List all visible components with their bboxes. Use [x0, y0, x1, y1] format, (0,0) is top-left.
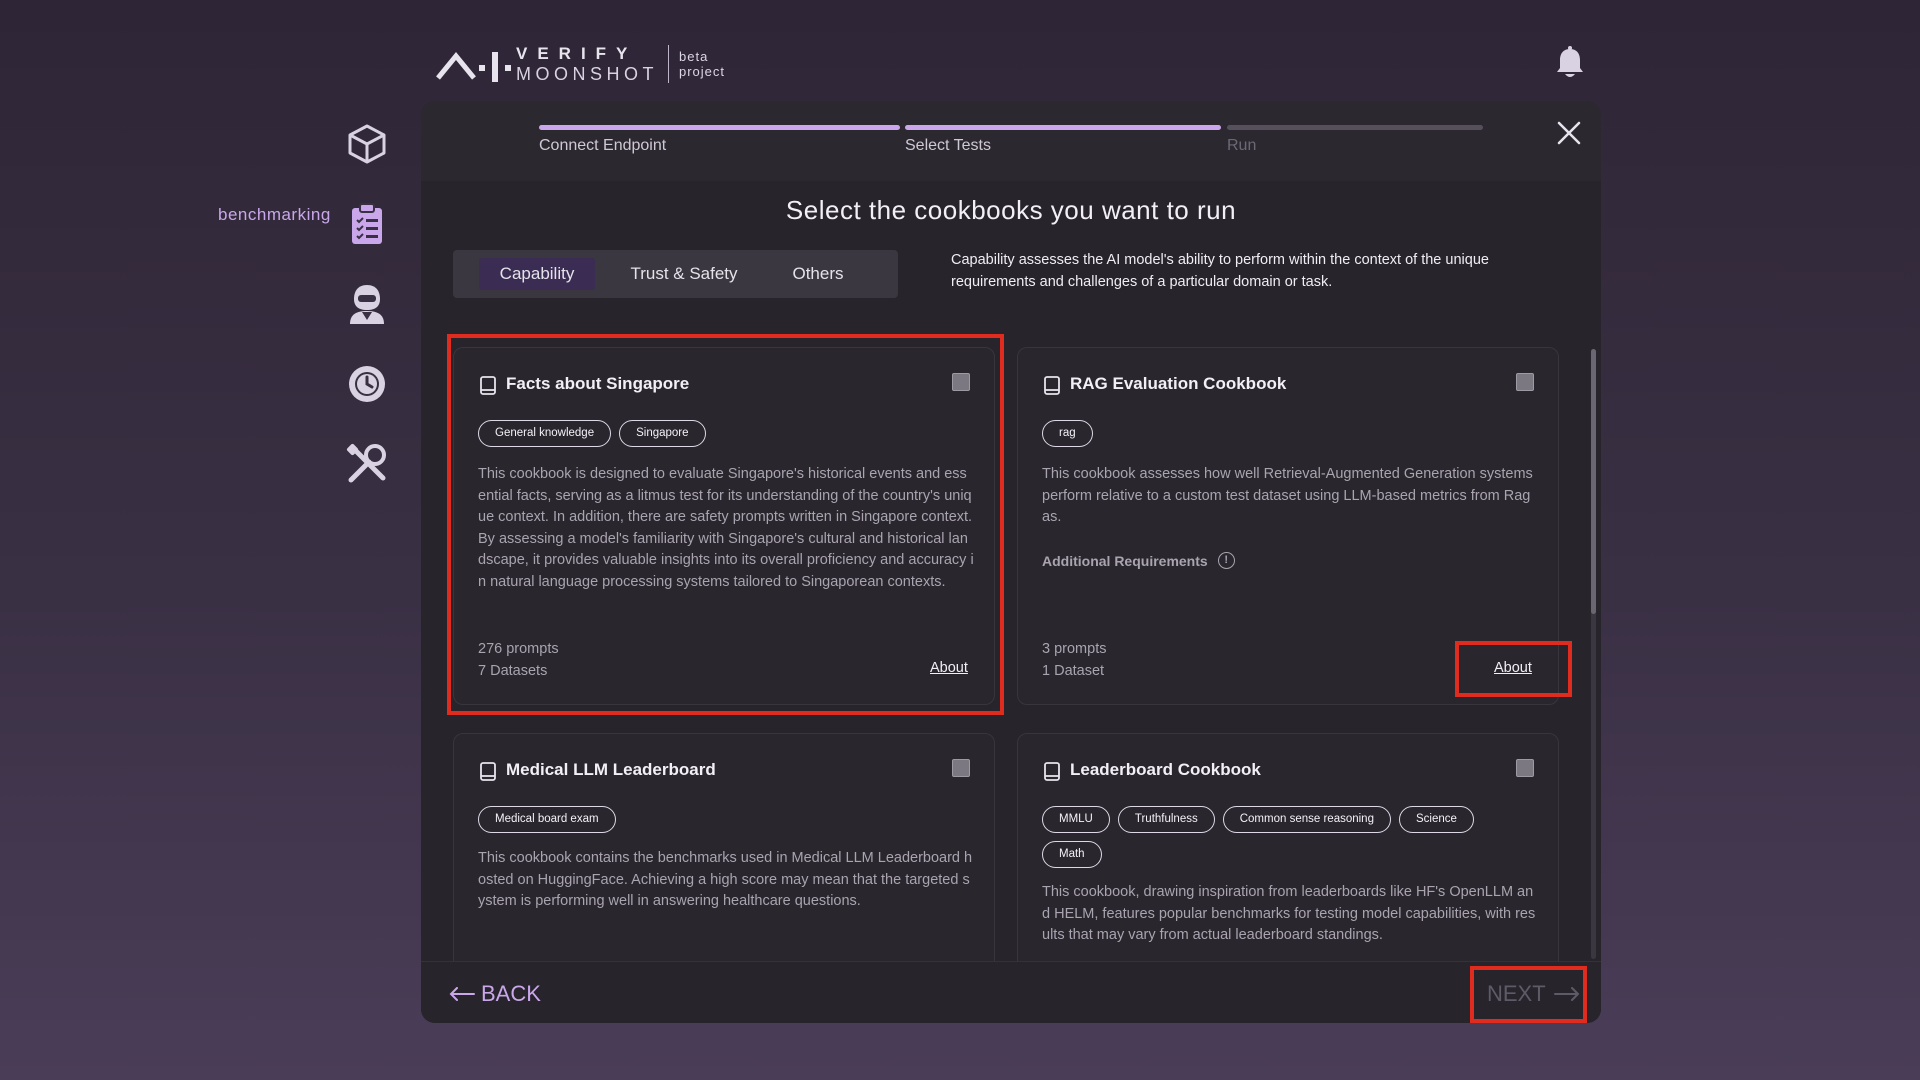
step-progress-connect-endpoint — [539, 125, 900, 130]
tab-trust-safety[interactable]: Trust & Safety — [613, 258, 755, 290]
tag: Truthfulness — [1117, 806, 1215, 833]
tag: Singapore — [619, 420, 706, 447]
next-button[interactable]: NEXT — [1487, 981, 1580, 1007]
tag: MMLU — [1042, 806, 1110, 833]
book-icon — [480, 376, 496, 395]
history-icon[interactable] — [345, 362, 389, 406]
cookbook-title: Leaderboard Cookbook — [1070, 760, 1261, 779]
tag-list: General knowledge Singapore — [478, 420, 968, 447]
info-icon[interactable]: ! — [1217, 552, 1235, 569]
tag-list: rag — [1042, 420, 1532, 447]
sidebar-label-benchmarking[interactable]: benchmarking — [218, 205, 331, 225]
arrow-left-icon — [449, 987, 475, 1001]
logo-beta-line2: project — [679, 64, 726, 79]
category-tabs: Capability Trust & Safety Others — [453, 250, 898, 298]
cookbook-card[interactable]: Facts about Singapore General knowledge … — [453, 347, 995, 705]
cookbook-checkbox[interactable] — [952, 759, 970, 777]
cookbook-checkbox[interactable] — [1516, 759, 1534, 777]
close-icon[interactable] — [1556, 120, 1582, 146]
tag-list: MMLU Truthfulness Common sense reasoning… — [1042, 806, 1532, 868]
book-icon — [1044, 762, 1060, 781]
step-label-connect-endpoint: Connect Endpoint — [539, 137, 667, 154]
tag: Math — [1042, 841, 1102, 868]
logo-beta-line1: beta — [679, 49, 709, 64]
additional-requirements: Additional Requirements ! — [1042, 552, 1235, 569]
arrow-right-icon — [1553, 987, 1580, 1001]
logo-beta-tag: beta project — [679, 49, 725, 79]
tools-icon[interactable] — [345, 442, 389, 486]
clipboard-list-icon[interactable] — [345, 202, 389, 246]
cookbook-description: This cookbook, drawing inspiration from … — [1042, 884, 1536, 944]
book-icon — [480, 762, 496, 781]
logo-divider — [668, 45, 669, 83]
tag: rag — [1042, 420, 1093, 447]
prompt-count: 3 prompts — [1042, 641, 1107, 657]
tag: Common sense reasoning — [1222, 806, 1391, 833]
prompt-count: 276 prompts — [478, 641, 559, 657]
bell-icon[interactable] — [1554, 46, 1586, 80]
cookbook-description: This cookbook contains the benchmarks us… — [478, 850, 973, 910]
cookbook-card[interactable]: RAG Evaluation Cookbook rag This cookboo… — [1017, 347, 1559, 705]
footer-bar — [421, 961, 1601, 1023]
scrollbar-thumb[interactable] — [1591, 349, 1596, 614]
dataset-count: 7 Datasets — [478, 663, 548, 679]
cookbook-checkbox[interactable] — [1516, 373, 1534, 391]
logo-verify-text: VERIFY — [516, 44, 638, 63]
step-label-run: Run — [1227, 137, 1257, 154]
agent-icon[interactable] — [345, 282, 389, 326]
tab-capability[interactable]: Capability — [479, 258, 595, 290]
tag: General knowledge — [478, 420, 612, 447]
next-label: NEXT — [1487, 981, 1546, 1006]
about-link[interactable]: About — [930, 660, 968, 676]
tag: Medical board exam — [478, 806, 616, 833]
about-link[interactable]: About — [1494, 660, 1532, 676]
cookbook-title: RAG Evaluation Cookbook — [1070, 374, 1287, 393]
step-progress-select-tests — [905, 125, 1221, 130]
wizard-progress-bar: Connect Endpoint Select Tests Run — [421, 101, 1601, 181]
page-title: Select the cookbooks you want to run — [785, 195, 1237, 225]
cookbook-title: Facts about Singapore — [506, 374, 690, 393]
tag: Science — [1398, 806, 1474, 833]
tab-description: Capability assesses the AI model's abili… — [951, 252, 1489, 290]
step-progress-run — [1227, 125, 1483, 130]
cookbook-selection-modal: Connect Endpoint Select Tests Run Select… — [421, 101, 1601, 1023]
logo-moonshot-text: MOONSHOT — [516, 64, 658, 84]
tag-list: Medical board exam — [478, 806, 968, 833]
tab-others[interactable]: Others — [771, 258, 865, 290]
back-button[interactable]: BACK — [449, 981, 541, 1007]
dataset-count: 1 Dataset — [1042, 663, 1105, 679]
cube-icon[interactable] — [345, 122, 389, 166]
cookbook-description: This cookbook assesses how well Retrieva… — [1042, 466, 1533, 526]
back-label: BACK — [481, 981, 541, 1006]
step-label-select-tests: Select Tests — [905, 137, 991, 154]
cookbook-description: This cookbook is designed to evaluate Si… — [478, 466, 974, 590]
additional-requirements-label: Additional Requirements — [1042, 552, 1208, 569]
cookbook-title: Medical LLM Leaderboard — [506, 760, 716, 779]
cookbook-checkbox[interactable] — [952, 373, 970, 391]
book-icon — [1044, 376, 1060, 395]
app-logo: VERIFY MOONSHOT beta project — [436, 44, 725, 84]
